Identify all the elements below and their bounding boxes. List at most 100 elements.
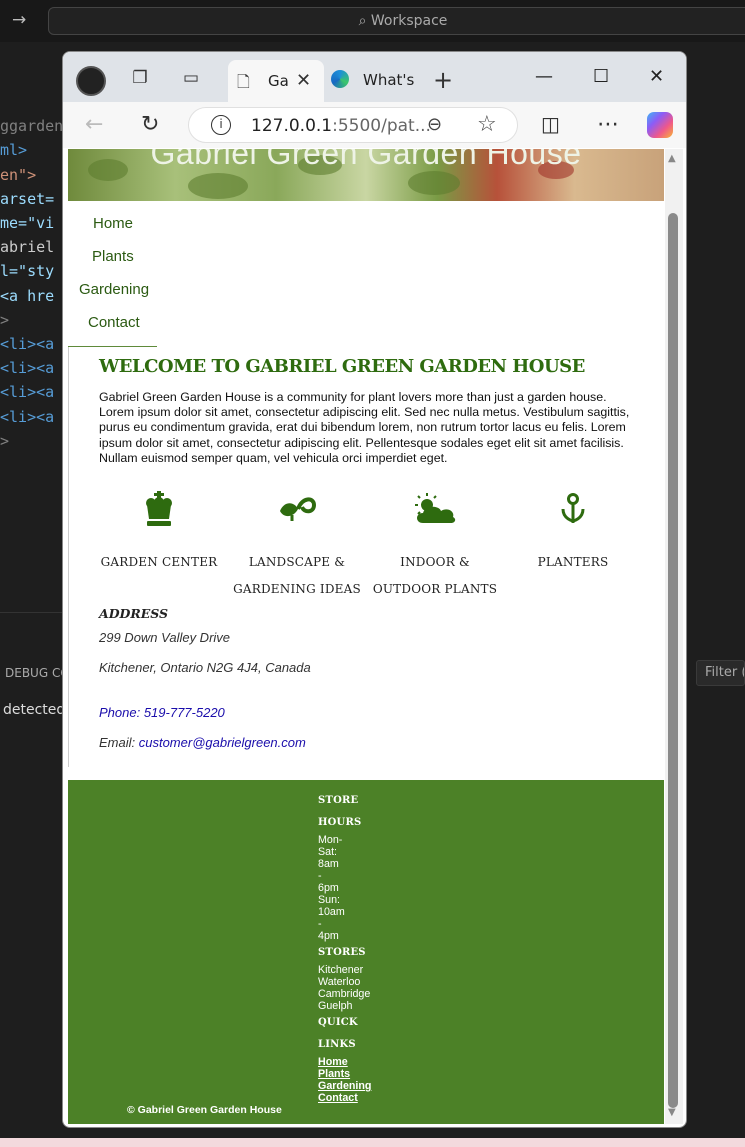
url-text: 127.0.0.1:5500/pat... xyxy=(251,116,431,136)
feature-label: LANDSCAPE & GARDENING IDEAS xyxy=(228,549,366,603)
url-path: :5500/pat... xyxy=(332,116,431,136)
nav-contact[interactable]: Contact xyxy=(68,300,158,333)
command-center-label: Workspace xyxy=(370,13,448,29)
back-arrow-icon[interactable]: ← xyxy=(85,112,103,137)
main-nav: Home Plants Gardening Contact xyxy=(68,201,158,347)
url-host: 127.0.0.1 xyxy=(251,116,333,136)
code-line: ml> xyxy=(0,141,28,160)
feature-label: GARDEN CENTER xyxy=(90,549,228,576)
address-bar[interactable]: i 127.0.0.1:5500/pat... ⊖ ☆ xyxy=(188,107,518,143)
heading-line: QUICK xyxy=(318,1017,358,1028)
tab-whats-new[interactable]: What's new xyxy=(331,60,419,100)
scroll-up-icon[interactable]: ▲ xyxy=(668,153,676,164)
heading-line: HOURS xyxy=(318,817,362,828)
feature-garden-center[interactable]: GARDEN CENTER xyxy=(90,489,228,576)
hours-line: 8am xyxy=(318,858,339,870)
new-tab-icon[interactable]: + xyxy=(433,66,453,94)
tab-active[interactable]: 🗋 Gabriel Green Garden House ✕ xyxy=(228,60,324,102)
command-center-search[interactable]: ⌕ Workspace xyxy=(48,7,745,35)
zoom-icon[interactable]: ⊖ xyxy=(427,114,442,135)
feature-indoor-outdoor[interactable]: INDOOR & OUTDOOR PLANTS xyxy=(366,489,504,603)
site-footer: STORE HOURS Mon- Sat: 8am - 6pm Sun: 10am… xyxy=(68,780,664,1124)
panel-divider xyxy=(0,612,62,613)
content-border xyxy=(68,347,69,767)
code-line: ggarden2 xyxy=(0,117,62,136)
feature-line: LANDSCAPE & xyxy=(248,555,346,569)
tab-label: What's new xyxy=(363,71,419,89)
hours-line: Sun: xyxy=(318,894,340,906)
feature-label: PLANTERS xyxy=(504,549,642,576)
code-line: <li><a xyxy=(0,335,55,354)
close-tab-icon[interactable]: ✕ xyxy=(296,70,311,91)
reload-icon[interactable]: ↻ xyxy=(141,112,159,137)
page-viewport: Gabriel Green Garden House Home Plants G… xyxy=(68,149,664,1124)
banner-leaf xyxy=(408,171,460,195)
code-editor[interactable]: ggarden2 ml> en"> arset= me="vi abriel l="sty <… xyxy=(0,90,62,477)
sun-cloud-icon xyxy=(366,489,504,529)
code-line: > xyxy=(0,310,10,329)
code-line: <a hre xyxy=(0,286,55,305)
feature-line: GARDEN CENTER xyxy=(100,555,218,569)
profile-avatar[interactable] xyxy=(76,66,106,96)
footer-column: STORE HOURS Mon- Sat: 8am - 6pm Sun: 10am… xyxy=(318,790,388,1104)
code-line: <li><a xyxy=(0,407,55,426)
scroll-thumb[interactable] xyxy=(668,213,678,1108)
filter-input[interactable]: Filter ( xyxy=(696,660,745,686)
store-hours-heading: STORE HOURS xyxy=(318,790,388,834)
feature-line: GARDENING IDEAS xyxy=(233,582,361,596)
footer-link-plants[interactable]: Plants xyxy=(318,1068,388,1080)
split-screen-icon[interactable]: ◫ xyxy=(541,112,560,136)
code-line: <li><a xyxy=(0,383,55,402)
stores-heading: STORES xyxy=(318,947,366,958)
scroll-down-icon[interactable]: ▼ xyxy=(668,1107,676,1118)
hours-line: - xyxy=(318,918,322,930)
address-heading: ADDRESS xyxy=(99,606,169,621)
minimize-icon[interactable]: — xyxy=(535,66,553,87)
forward-arrow-icon[interactable]: → xyxy=(12,10,26,30)
feature-landscape[interactable]: LANDSCAPE & GARDENING IDEAS xyxy=(228,489,366,603)
email-label: Email: xyxy=(99,735,139,750)
store-item: Kitchener xyxy=(318,964,364,976)
heading-line: LINKS xyxy=(318,1039,356,1050)
site-info-icon[interactable]: i xyxy=(211,115,231,135)
chess-king-icon xyxy=(90,489,228,529)
hours-line: Sat: xyxy=(318,846,338,858)
more-menu-icon[interactable]: ⋯ xyxy=(597,112,619,137)
plant-pot-icon xyxy=(504,489,642,529)
nav-gardening[interactable]: Gardening xyxy=(68,267,158,300)
workspaces-icon[interactable]: ❐ xyxy=(129,68,151,90)
banner: Gabriel Green Garden House xyxy=(68,149,664,201)
tab-strip: ❐ ▭ 🗋 Gabriel Green Garden House ✕ What'… xyxy=(63,52,686,102)
tab-actions-icon[interactable]: ▭ xyxy=(180,68,202,90)
feature-line: OUTDOOR PLANTS xyxy=(372,582,498,596)
code-line: abriel xyxy=(0,238,55,257)
hours-line: 6pm xyxy=(318,882,339,894)
tab-label: Gabriel Green Garden House xyxy=(268,72,288,90)
close-window-icon[interactable]: ✕ xyxy=(649,66,664,87)
store-item: Cambridge xyxy=(318,988,371,1000)
feature-planters[interactable]: PLANTERS xyxy=(504,489,642,576)
page-scrollbar[interactable]: ▲ ▼ xyxy=(665,149,683,1124)
maximize-icon[interactable]: ☐ xyxy=(593,66,609,87)
terminal-output: detected xyxy=(3,702,62,718)
hours-line: Mon- xyxy=(318,834,343,846)
toolbar: ← ↻ i 127.0.0.1:5500/pat... ⊖ ☆ ◫ ⋯ xyxy=(63,102,686,148)
code-line: en"> xyxy=(0,165,37,184)
address-city: Kitchener, Ontario N2G 4J4, Canada xyxy=(99,660,311,675)
code-line: <li><a xyxy=(0,359,55,378)
copilot-icon[interactable] xyxy=(647,112,673,138)
address-street: 299 Down Valley Drive xyxy=(99,630,231,645)
footer-link-home[interactable]: Home xyxy=(318,1056,388,1068)
feature-label: INDOOR & OUTDOOR PLANTS xyxy=(366,549,504,603)
code-line: arset= xyxy=(0,189,55,208)
email-link[interactable]: customer@gabrielgreen.com xyxy=(139,735,306,750)
nav-home[interactable]: Home xyxy=(68,201,158,234)
debug-console-tab[interactable]: DEBUG CO xyxy=(5,666,62,680)
store-item: Guelph xyxy=(318,1000,353,1012)
favorite-star-icon[interactable]: ☆ xyxy=(477,112,497,137)
footer-link-gardening[interactable]: Gardening xyxy=(318,1080,388,1092)
nav-plants[interactable]: Plants xyxy=(68,234,158,267)
footer-link-contact[interactable]: Contact xyxy=(318,1092,388,1104)
phone-link[interactable]: Phone: 519-777-5220 xyxy=(99,705,225,720)
edge-logo-icon xyxy=(331,70,349,88)
